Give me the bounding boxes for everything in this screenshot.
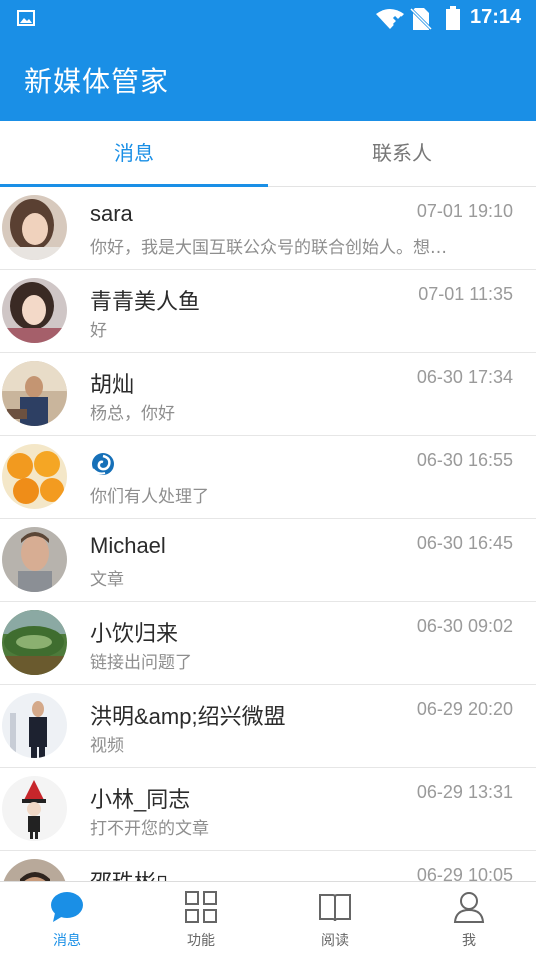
tab-contacts[interactable]: 联系人 (268, 121, 536, 186)
message-preview: 你们有人处理了 (90, 487, 209, 507)
contact-name: 邵珠彬▯ (90, 865, 168, 881)
conversation-row[interactable]: 小饮归来 06-30 09:02 链接出问题了 (0, 602, 536, 685)
avatar (2, 527, 67, 592)
chat-bubble-icon (51, 892, 83, 922)
contact-name: sara (90, 201, 133, 226)
avatar (2, 361, 67, 426)
conversation-row[interactable]: sara 07-01 19:10 你好，我是大国互联公众号的联合创始人。想… (0, 187, 536, 270)
no-sim-icon (410, 7, 432, 31)
avatar (2, 195, 67, 260)
bottom-nav: 消息 功能 阅读 我 (0, 881, 536, 954)
nav-functions-label: 功能 (187, 933, 215, 949)
message-time: 06-30 16:55 (416, 450, 513, 470)
message-preview: 视频 (90, 736, 124, 756)
message-preview: 打不开您的文章 (90, 819, 209, 839)
conversation-row[interactable]: 青青美人鱼 07-01 11:35 好 (0, 270, 536, 353)
battery-icon (446, 6, 460, 30)
tab-contacts-label: 联系人 (372, 141, 432, 165)
message-time: 06-30 17:34 (416, 367, 513, 387)
book-icon (319, 894, 351, 922)
grid-icon (185, 891, 217, 923)
contact-name: 胡灿 (90, 372, 135, 397)
nav-reading[interactable]: 阅读 (268, 882, 402, 954)
message-preview: 链接出问题了 (90, 653, 192, 673)
conversation-list[interactable]: sara 07-01 19:10 你好，我是大国互联公众号的联合创始人。想… 青… (0, 187, 536, 881)
wifi-icon (376, 9, 404, 29)
gallery-icon (17, 10, 35, 26)
tab-bar: 消息 联系人 (0, 121, 536, 187)
message-preview: 好 (90, 321, 107, 341)
conversation-row[interactable]: 06-30 16:55 你们有人处理了 (0, 436, 536, 519)
app-title: 新媒体管家 (24, 65, 170, 98)
avatar (2, 693, 67, 758)
nav-functions[interactable]: 功能 (134, 882, 268, 954)
avatar (2, 278, 67, 343)
message-preview: 杨总，你好 (90, 404, 175, 424)
nav-reading-label: 阅读 (321, 933, 349, 949)
nav-messages[interactable]: 消息 (0, 882, 134, 954)
person-icon (453, 892, 485, 923)
nav-me-label: 我 (462, 933, 476, 949)
contact-name: 洪明&amp;绍兴微盟 (90, 704, 286, 729)
swirl-logo-icon (92, 453, 114, 476)
message-time: 06-30 09:02 (416, 616, 513, 636)
tab-messages[interactable]: 消息 (0, 121, 268, 186)
contact-name: 青青美人鱼 (90, 289, 201, 314)
message-time: 06-29 20:20 (416, 699, 513, 719)
message-preview: 文章 (90, 570, 124, 590)
contact-name (90, 450, 116, 477)
conversation-row[interactable]: 胡灿 06-30 17:34 杨总，你好 (0, 353, 536, 436)
avatar (2, 444, 67, 509)
message-time: 07-01 19:10 (416, 201, 513, 221)
contact-name: 小林_同志 (90, 787, 191, 812)
message-time: 06-29 13:31 (416, 782, 513, 802)
conversation-row[interactable]: 洪明&amp;绍兴微盟 06-29 20:20 视频 (0, 685, 536, 768)
conversation-row[interactable]: 邵珠彬▯ 06-29 10:05 (0, 851, 536, 881)
contact-name: 小饮归来 (90, 621, 179, 646)
status-bar: 17:14 (0, 0, 536, 38)
clock: 17:14 (470, 6, 522, 28)
message-time: 07-01 11:35 (418, 284, 513, 304)
conversation-row[interactable]: Michael 06-30 16:45 文章 (0, 519, 536, 602)
avatar (2, 776, 67, 841)
contact-name: Michael (90, 533, 166, 558)
nav-me[interactable]: 我 (402, 882, 536, 954)
tab-messages-label: 消息 (114, 141, 154, 165)
conversation-row[interactable]: 小林_同志 06-29 13:31 打不开您的文章 (0, 768, 536, 851)
nav-messages-label: 消息 (53, 933, 81, 949)
message-time: 06-30 16:45 (416, 533, 513, 553)
avatar (2, 610, 67, 675)
message-preview: 你好，我是大国互联公众号的联合创始人。想… (90, 238, 447, 258)
avatar (2, 859, 67, 881)
message-time: 06-29 10:05 (416, 865, 513, 881)
app-bar: 新媒体管家 (0, 38, 536, 121)
